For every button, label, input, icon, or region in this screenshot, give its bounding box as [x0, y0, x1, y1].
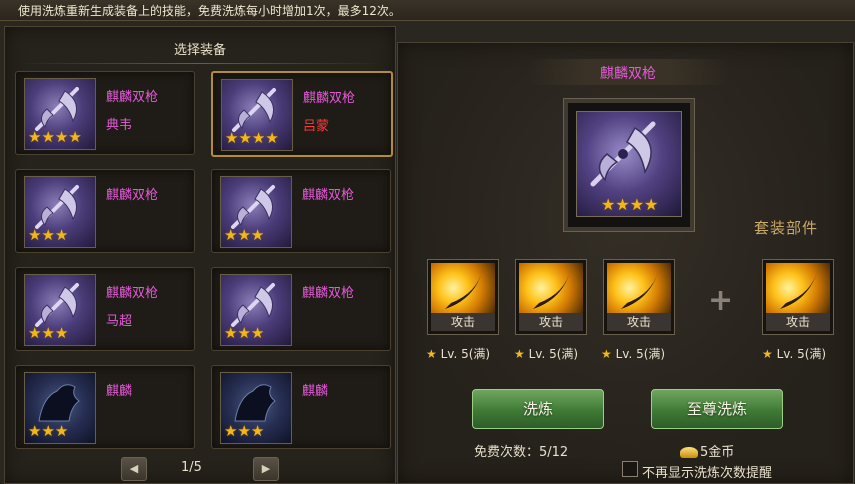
skill-label: 攻击	[519, 313, 583, 331]
blade-skill-icon	[766, 263, 830, 313]
blade-skill-icon	[431, 263, 495, 313]
skill-label: 攻击	[766, 313, 830, 331]
top-info-bar: 使用洗炼重新生成装备上的技能，免费洗炼每小时增加1次，最多12次。	[0, 0, 855, 21]
gold-ingot-icon	[680, 447, 698, 458]
rarity-stars: ★★★	[28, 324, 69, 342]
next-page-button[interactable]: ▶	[253, 457, 279, 481]
star-icon: ★	[762, 347, 773, 361]
rarity-stars: ★★★	[28, 422, 69, 440]
star-icon: ★	[601, 347, 612, 361]
weapon-icon: ★★★★	[24, 78, 96, 150]
equipment-name: 麒麟双枪	[302, 188, 355, 203]
top-info-text: 使用洗炼重新生成装备上的技能，免费洗炼每小时增加1次，最多12次。	[18, 4, 401, 18]
skill-level-suit: ★ Lv. 5(满)	[762, 345, 826, 362]
equipment-name: 麒麟双枪	[106, 90, 159, 105]
equipment-name: 麒麟双枪	[302, 286, 355, 301]
gold-cost: 5金币	[680, 441, 734, 460]
equipment-name: 麒麟	[106, 384, 133, 399]
skill-level-1: ★ Lv. 5(满)	[426, 345, 490, 362]
rarity-stars: ★★★★	[28, 128, 82, 146]
plus-icon: +	[708, 283, 734, 318]
equipped-general-name: 吕蒙	[303, 119, 330, 134]
title-divider	[17, 63, 383, 64]
rarity-stars: ★★★	[224, 226, 265, 244]
equipped-general-name: 马超	[106, 314, 133, 329]
rarity-stars: ★★★	[224, 422, 265, 440]
skill-level-text: Lv. 5(满)	[615, 347, 666, 361]
beast-icon: ★★★	[24, 372, 96, 444]
equipment-card[interactable]: ★★★★ 麒麟双枪典韦	[15, 71, 195, 155]
weapon-icon: ★★★	[220, 176, 292, 248]
equipment-name: 麒麟双枪	[106, 286, 159, 301]
star-icon: ★	[514, 347, 525, 361]
equipment-card[interactable]: ★★★ 麒麟双枪	[211, 267, 391, 351]
skill-level-3: ★ Lv. 5(满)	[601, 345, 665, 362]
equipment-name: 麒麟双枪	[106, 188, 159, 203]
equipment-card[interactable]: ★★★ 麒麟双枪	[15, 169, 195, 253]
equipment-card[interactable]: ★★★ 麒麟	[211, 365, 391, 449]
equipment-card[interactable]: ★★★ 麒麟双枪	[211, 169, 391, 253]
wash-button[interactable]: 洗炼	[472, 389, 604, 429]
item-title-bar: 麒麟双枪	[528, 59, 728, 85]
skill-slot-3[interactable]: 攻击	[603, 259, 675, 335]
supreme-wash-button[interactable]: 至尊洗炼	[651, 389, 783, 429]
skill-label: 攻击	[607, 313, 671, 331]
refine-panel: 麒麟双枪 ★★★★ 套装部件 攻击 攻击 攻击 + 攻击 ★ Lv. 5(满) …	[397, 42, 854, 484]
gold-cost-text: 5金币	[700, 445, 735, 460]
weapon-icon: ★★★	[220, 274, 292, 346]
beast-icon: ★★★	[220, 372, 292, 444]
weapon-icon: ★★★★	[576, 111, 682, 217]
blade-skill-icon	[607, 263, 671, 313]
skill-slot-suit[interactable]: 攻击	[762, 259, 834, 335]
rarity-stars: ★★★	[28, 226, 69, 244]
no-remind-checkbox[interactable]	[622, 461, 638, 477]
skill-level-text: Lv. 5(满)	[528, 347, 579, 361]
skill-slot-2[interactable]: 攻击	[515, 259, 587, 335]
page-indicator: 1/5	[181, 460, 202, 475]
weapon-icon: ★★★	[24, 176, 96, 248]
suit-parts-label: 套装部件	[754, 219, 819, 237]
equipment-select-panel: 选择装备 ★★★★ 麒麟双枪 典韦 ★★★★ 麒麟双枪 吕蒙 ★★★ 麒麟双枪 ★★★ 麒麟双枪 ★…	[4, 26, 396, 484]
equipped-general-name: 典韦	[106, 118, 133, 133]
panel-title: 选择装备	[173, 43, 226, 58]
skill-slot-1[interactable]: 攻击	[427, 259, 499, 335]
equipment-card[interactable]: ★★★ 麒麟双枪马超	[15, 267, 195, 351]
equipment-card[interactable]: ★★★ 麒麟	[15, 365, 195, 449]
star-icon: ★	[426, 347, 437, 361]
rarity-stars: ★★★★	[225, 129, 279, 147]
skill-level-text: Lv. 5(满)	[440, 347, 491, 361]
rarity-stars: ★★★	[224, 324, 265, 342]
skill-level-text: Lv. 5(满)	[776, 347, 827, 361]
pager: ◀ 1/5 ▶	[5, 457, 395, 481]
skill-level-2: ★ Lv. 5(满)	[514, 345, 578, 362]
equipment-card[interactable]: ★★★★ 麒麟双枪吕蒙	[211, 71, 393, 157]
no-remind-label: 不再显示洗炼次数提醒	[642, 466, 773, 481]
equipment-name: 麒麟	[302, 384, 329, 399]
item-name: 麒麟双枪	[600, 66, 656, 82]
skill-label: 攻击	[431, 313, 495, 331]
blade-skill-icon	[519, 263, 583, 313]
equipment-name: 麒麟双枪	[303, 91, 356, 106]
selected-item-frame: ★★★★	[564, 99, 694, 231]
item-stars: ★★★★	[601, 195, 659, 214]
free-times-label: 免费次数：5/12	[474, 445, 569, 460]
prev-page-button[interactable]: ◀	[121, 457, 147, 481]
weapon-icon: ★★★	[24, 274, 96, 346]
weapon-icon: ★★★★	[221, 79, 293, 151]
